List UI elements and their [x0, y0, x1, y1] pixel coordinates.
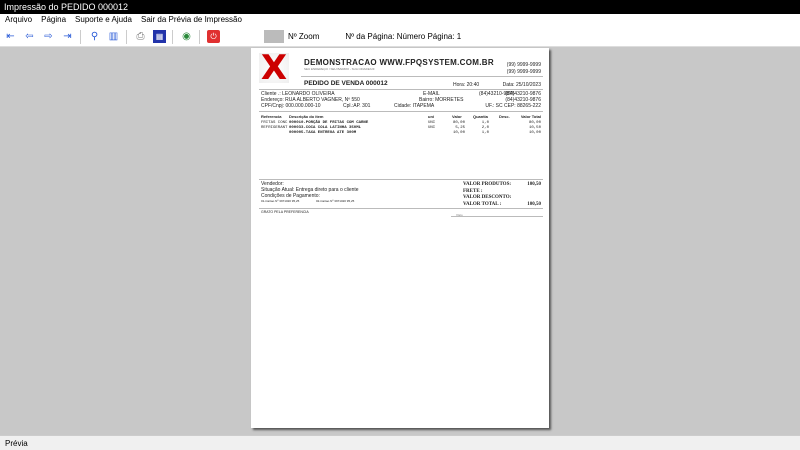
menu-arquivo[interactable]: Arquivo — [5, 15, 32, 26]
print-preview-page: X DEMONSTRACAO WWW.FPQSYSTEM.COM.BR SEU … — [251, 48, 549, 428]
company-address: SEU ENDEREÇO / SEU BAIRRO - SUA CIDADE/U… — [304, 67, 375, 71]
item-cell: 000033-COCA COLA LATINHA 350ML — [289, 126, 362, 130]
item-cell: 2,0 — [481, 126, 489, 130]
export-icon[interactable]: ◉ — [180, 30, 193, 43]
client-state-zip: UF.: SC CEP: 88265-222 — [485, 103, 541, 109]
divider — [199, 29, 200, 44]
client-complement: Cpl.:AP. 301 — [343, 103, 371, 109]
menu-bar: Arquivo Página Suporte e Ajuda Sair da P… — [0, 14, 800, 27]
menu-pagina[interactable]: Página — [41, 15, 66, 26]
next-page-icon[interactable]: ⇨ — [42, 30, 55, 43]
last-page-icon[interactable]: ⇥ — [61, 30, 74, 43]
item-cell: 10,00 — [452, 131, 465, 135]
divider — [126, 29, 127, 44]
client-cpf: CPF/Cnpj: 000.000.000-10 — [261, 103, 321, 109]
total-label: VALOR DESCONTO: — [463, 195, 512, 200]
thanks-text: GRATO PELA PREFERENCIA — [261, 210, 309, 214]
item-cell: 1,0 — [481, 131, 489, 135]
zoom-icon[interactable]: ⚲ — [88, 30, 101, 43]
col-header: Quantia — [473, 114, 488, 119]
divider — [172, 29, 173, 44]
item-cell: 000010-PORÇÃO DE FRITAS COM CARNE — [289, 121, 369, 125]
item-cell: UNI — [428, 121, 436, 125]
prev-page-icon[interactable]: ⇦ — [23, 30, 36, 43]
total-label: VALOR TOTAL : — [463, 201, 502, 207]
company-name: DEMONSTRACAO WWW.FPQSYSTEM.COM.BR — [304, 58, 494, 67]
pages-icon[interactable]: ▦ — [153, 30, 166, 43]
col-header: Valor — [452, 114, 462, 119]
total-value: 100,50 — [527, 201, 541, 207]
col-header: Descrição do item — [289, 114, 324, 119]
print-icon[interactable]: ⎙ — [134, 30, 147, 43]
zoom-label: Nº Zoom — [288, 32, 320, 41]
order-time: Hora: 20:40 — [453, 82, 480, 88]
total-label: VALOR PRODUTOS: — [463, 182, 512, 187]
item-cell: 1,0 — [481, 121, 489, 125]
close-preview-icon[interactable]: ⏻ — [207, 30, 220, 43]
order-title: PEDIDO DE VENDA 000012 — [304, 80, 388, 87]
status-bar: Prévia — [0, 435, 800, 450]
zoom-input[interactable] — [264, 30, 284, 43]
total-label: FRETE : — [463, 188, 483, 194]
phone-2: (99) 9999-9999 — [506, 69, 541, 75]
order-date: Data: 25/10/2023 — [502, 82, 541, 88]
item-cell: 5,25 — [455, 126, 465, 130]
col-header: Desc. — [499, 114, 510, 119]
col-header: Valor Total — [520, 114, 541, 119]
item-cell: 10,50 — [528, 126, 541, 130]
first-page-icon[interactable]: ⇤ — [4, 30, 17, 43]
total-value: 100,50 — [527, 182, 541, 187]
item-cell: FRITAS CONC — [261, 121, 288, 125]
item-cell: 80,00 — [528, 121, 541, 125]
item-cell: 80,00 — [452, 121, 465, 125]
divider — [80, 29, 81, 44]
item-cell: 000005-TAXA ENTREGA ATE 300M — [289, 131, 357, 135]
client-city: Cidade: ITAPEMA — [394, 103, 435, 109]
company-logo: X — [259, 48, 289, 88]
col-header: Referencia — [261, 114, 282, 119]
book-icon[interactable]: ▥ — [107, 30, 120, 43]
toolbar: ⇤ ⇦ ⇨ ⇥ ⚲ ▥ ⎙ ▦ ◉ ⏻ Nº Zoom Nº da Página… — [0, 27, 800, 47]
item-cell: REFRIGERANT — [261, 126, 288, 130]
phone-1: (99) 9999-9999 — [506, 62, 541, 68]
item-cell: 10,00 — [528, 131, 541, 135]
page-number-label: Nº da Página: Número Página: 1 — [345, 32, 462, 41]
menu-sair[interactable]: Sair da Prévia de Impressão — [141, 15, 242, 26]
col-header: uni — [428, 114, 434, 119]
menu-suporte[interactable]: Suporte e Ajuda — [75, 15, 132, 26]
installment-1: 01-Cartao Nº 3971020 95,25 — [261, 199, 300, 203]
item-cell: UNI — [428, 126, 436, 130]
installment-2: 02-Cartao Nº 3971020 95,25 — [316, 199, 355, 203]
window-title: Impressão do PEDIDO 000012 — [0, 0, 800, 14]
